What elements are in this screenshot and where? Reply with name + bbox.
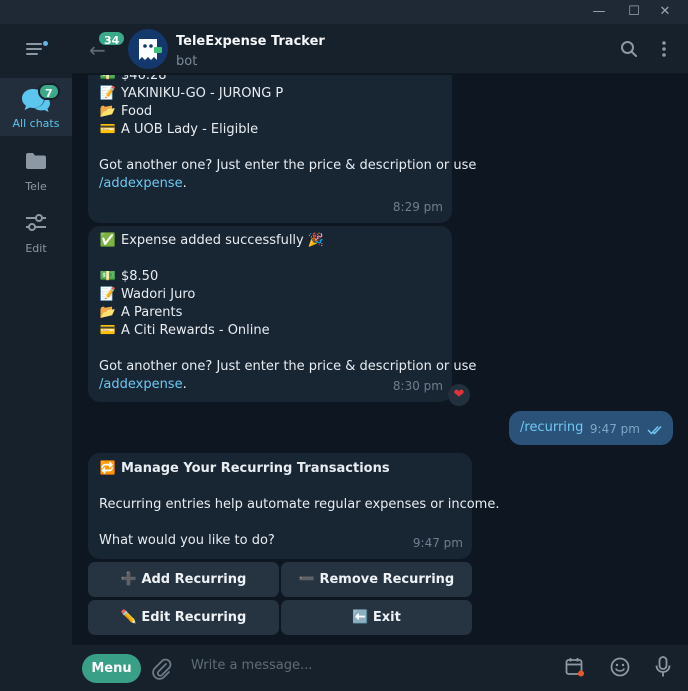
sliders-icon [26, 214, 46, 231]
description-line: 📝 Wadori Juro [99, 287, 196, 302]
addexpense-link[interactable]: /addexpense [99, 176, 183, 191]
amount-line: 💵 $8.50 [99, 269, 159, 284]
menu-title-line: 🔁 Manage Your Recurring Transactions [99, 461, 390, 476]
schedule-icon[interactable] [565, 657, 585, 677]
sidebar-item-label: All chats [12, 117, 60, 130]
memo-icon: 📝 [99, 86, 117, 101]
emoji-icon[interactable] [610, 657, 630, 677]
menu-question: What would you like to do? [99, 533, 275, 548]
remove-recurring-button[interactable]: ➖ Remove Recurring [281, 562, 472, 597]
edit-recurring-button[interactable]: ✏️ Edit Recurring [88, 600, 279, 635]
message-time: 8:30 pm [392, 379, 443, 393]
unread-count-badge: 34 [97, 30, 127, 47]
message-bubble[interactable]: 💵 $46.28 📝 YAKINIKU-GO - JURONG P 📂 Food 💳 A… [88, 75, 477, 223]
sidebar-item-label: Tele [25, 180, 47, 193]
add-recurring-button[interactable]: ➕ Add Recurring [88, 562, 279, 597]
message-bubble[interactable]: 🔁 Manage Your Recurring Transactions Recu… [88, 453, 500, 559]
message-list[interactable]: 💵 $46.28 📝 YAKINIKU-GO - JURONG P 📂 Food 💳 A… [72, 75, 688, 645]
plus-icon: ➕ [120, 572, 137, 587]
folder-icon: 📂 [99, 104, 117, 119]
sidebar-item-label: Edit [25, 242, 47, 255]
maximize-button[interactable]: ☐ [625, 3, 643, 21]
folders-sidebar: 7 All chats Tele Edit [0, 24, 72, 691]
money-icon: 💵 [99, 75, 117, 83]
category-line: 📂 A Parents [99, 305, 183, 320]
avatar[interactable] [128, 29, 168, 69]
folder-icon: 📂 [99, 305, 117, 320]
bot-avatar-icon [139, 39, 162, 60]
footer-text: Got another one? Just enter the price & … [99, 359, 477, 374]
check-mark-icon: ✅ [99, 233, 117, 248]
minus-icon: ➖ [298, 572, 315, 587]
message-time: 9:47 pm [412, 536, 463, 550]
window-titlebar: — ☐ ✕ [0, 0, 688, 24]
close-button[interactable]: ✕ [656, 3, 674, 21]
outgoing-message-bubble[interactable]: /recurring 9:47 pm [509, 411, 673, 445]
chat-header: ← 34 TeleExpense Tracker bot [72, 24, 688, 74]
credit-card-icon: 💳 [99, 323, 117, 338]
card-line: 💳 A Citi Rewards - Online [99, 323, 270, 338]
addexpense-link[interactable]: /addexpense [99, 377, 183, 392]
success-line: ✅ Expense added successfully 🎉 [99, 233, 325, 248]
message-composer: Menu [72, 645, 688, 691]
chat-subtitle: bot [176, 54, 198, 69]
main-menu-icon[interactable] [26, 41, 48, 57]
recurring-command[interactable]: /recurring [520, 420, 583, 435]
repeat-icon: 🔁 [99, 461, 117, 476]
category-line: 📂 Food [99, 104, 153, 119]
exit-button[interactable]: ⬅️ Exit [281, 600, 472, 635]
unread-badge: 7 [38, 83, 60, 100]
card-line: 💳 A UOB Lady - Eligible [99, 122, 259, 137]
heart-reaction[interactable]: ❤ [448, 384, 470, 406]
chat-title[interactable]: TeleExpense Tracker [176, 34, 325, 49]
message-time: 8:29 pm [392, 200, 443, 214]
footer-text: Got another one? Just enter the price & … [99, 158, 477, 173]
sidebar-item-tele[interactable]: Tele [0, 152, 72, 196]
bot-menu-button[interactable]: Menu [82, 654, 141, 683]
minimize-button[interactable]: — [590, 3, 608, 21]
folder-icon [26, 153, 46, 169]
memo-icon: 📝 [99, 287, 117, 302]
message-input[interactable] [191, 658, 551, 673]
money-icon: 💵 [99, 269, 117, 284]
amount-line: 💵 $46.28 [99, 75, 440, 85]
paperclip-icon[interactable] [152, 658, 172, 680]
search-icon[interactable] [620, 40, 638, 58]
back-arrow-icon: ⬅️ [352, 610, 369, 625]
microphone-icon[interactable] [655, 656, 671, 678]
message-bubble[interactable]: ✅ Expense added successfully 🎉 💵 $8.50 📝 Wa… [88, 226, 477, 402]
sidebar-item-edit[interactable]: Edit [0, 214, 72, 258]
sidebar-item-all-chats[interactable]: 7 All chats [0, 78, 72, 136]
description-line: 📝 YAKINIKU-GO - JURONG P [99, 86, 284, 101]
menu-body: Recurring entries help automate regular … [99, 497, 500, 512]
double-check-icon [647, 425, 662, 435]
more-options-icon[interactable] [660, 40, 668, 58]
message-time: 9:47 pm [589, 422, 640, 436]
party-popper-icon: 🎉 [307, 233, 325, 248]
pencil-icon: ✏️ [120, 610, 137, 625]
credit-card-icon: 💳 [99, 122, 117, 137]
